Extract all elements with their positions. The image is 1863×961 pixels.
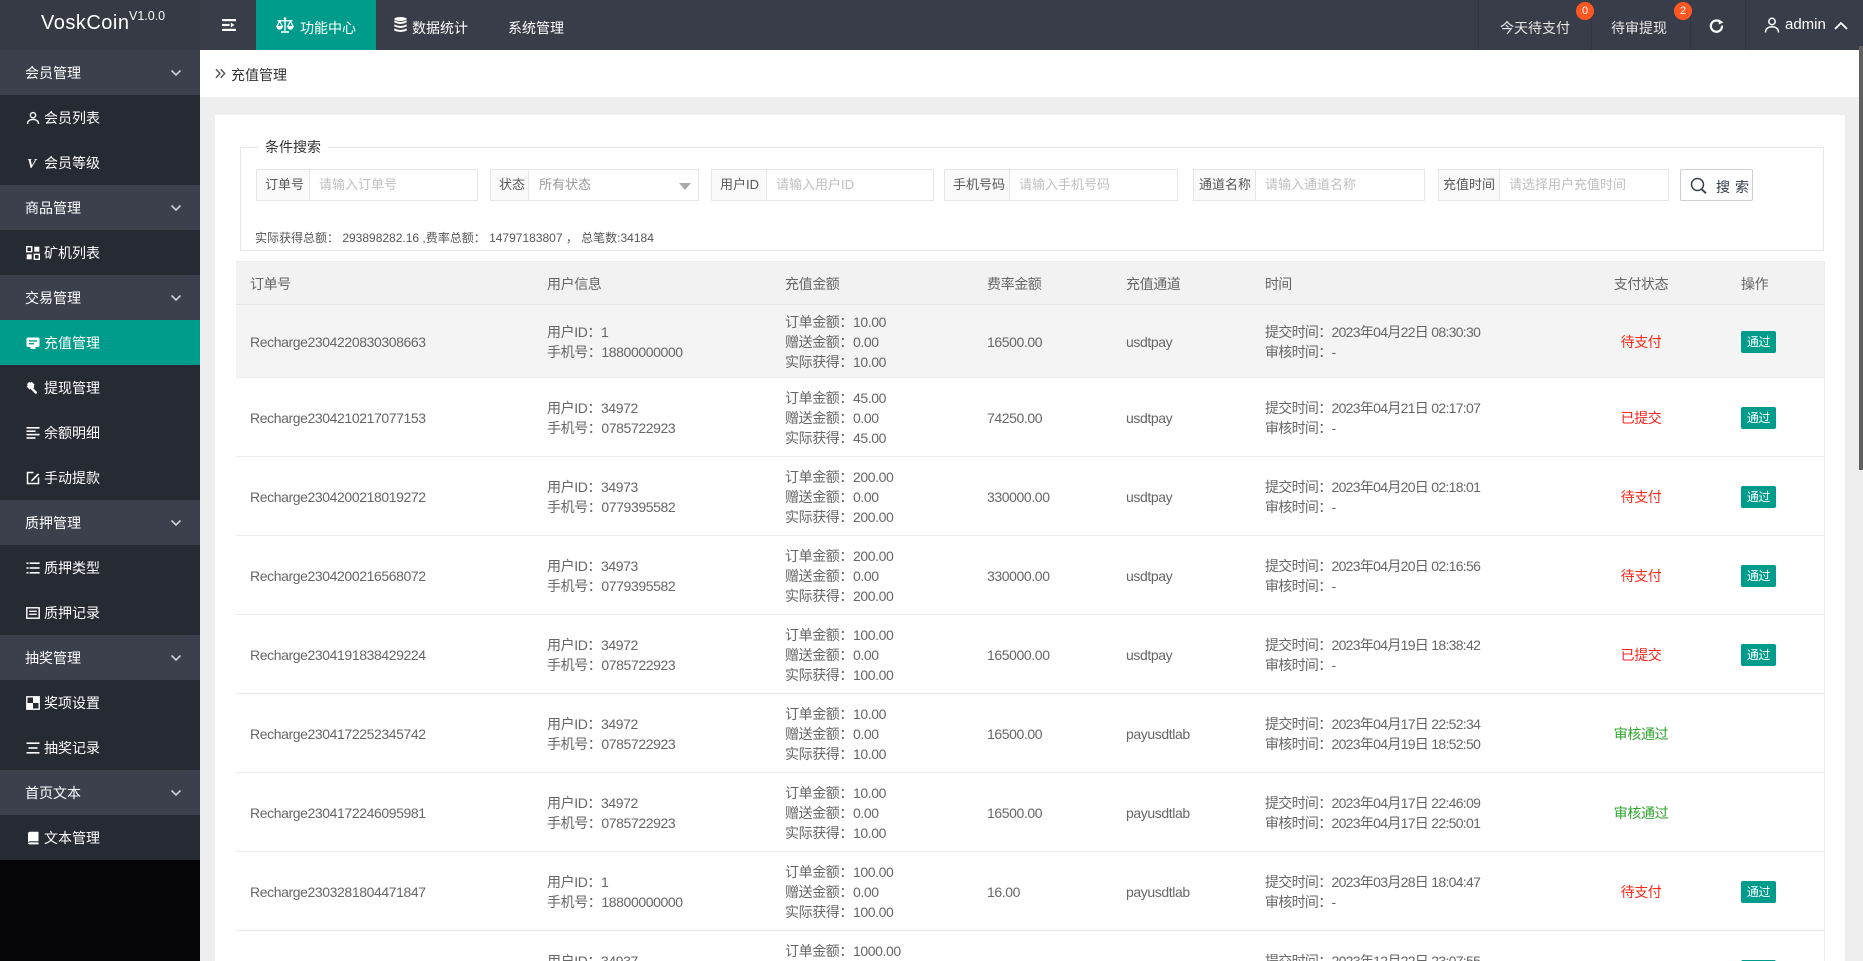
svg-text:V: V (27, 157, 38, 170)
